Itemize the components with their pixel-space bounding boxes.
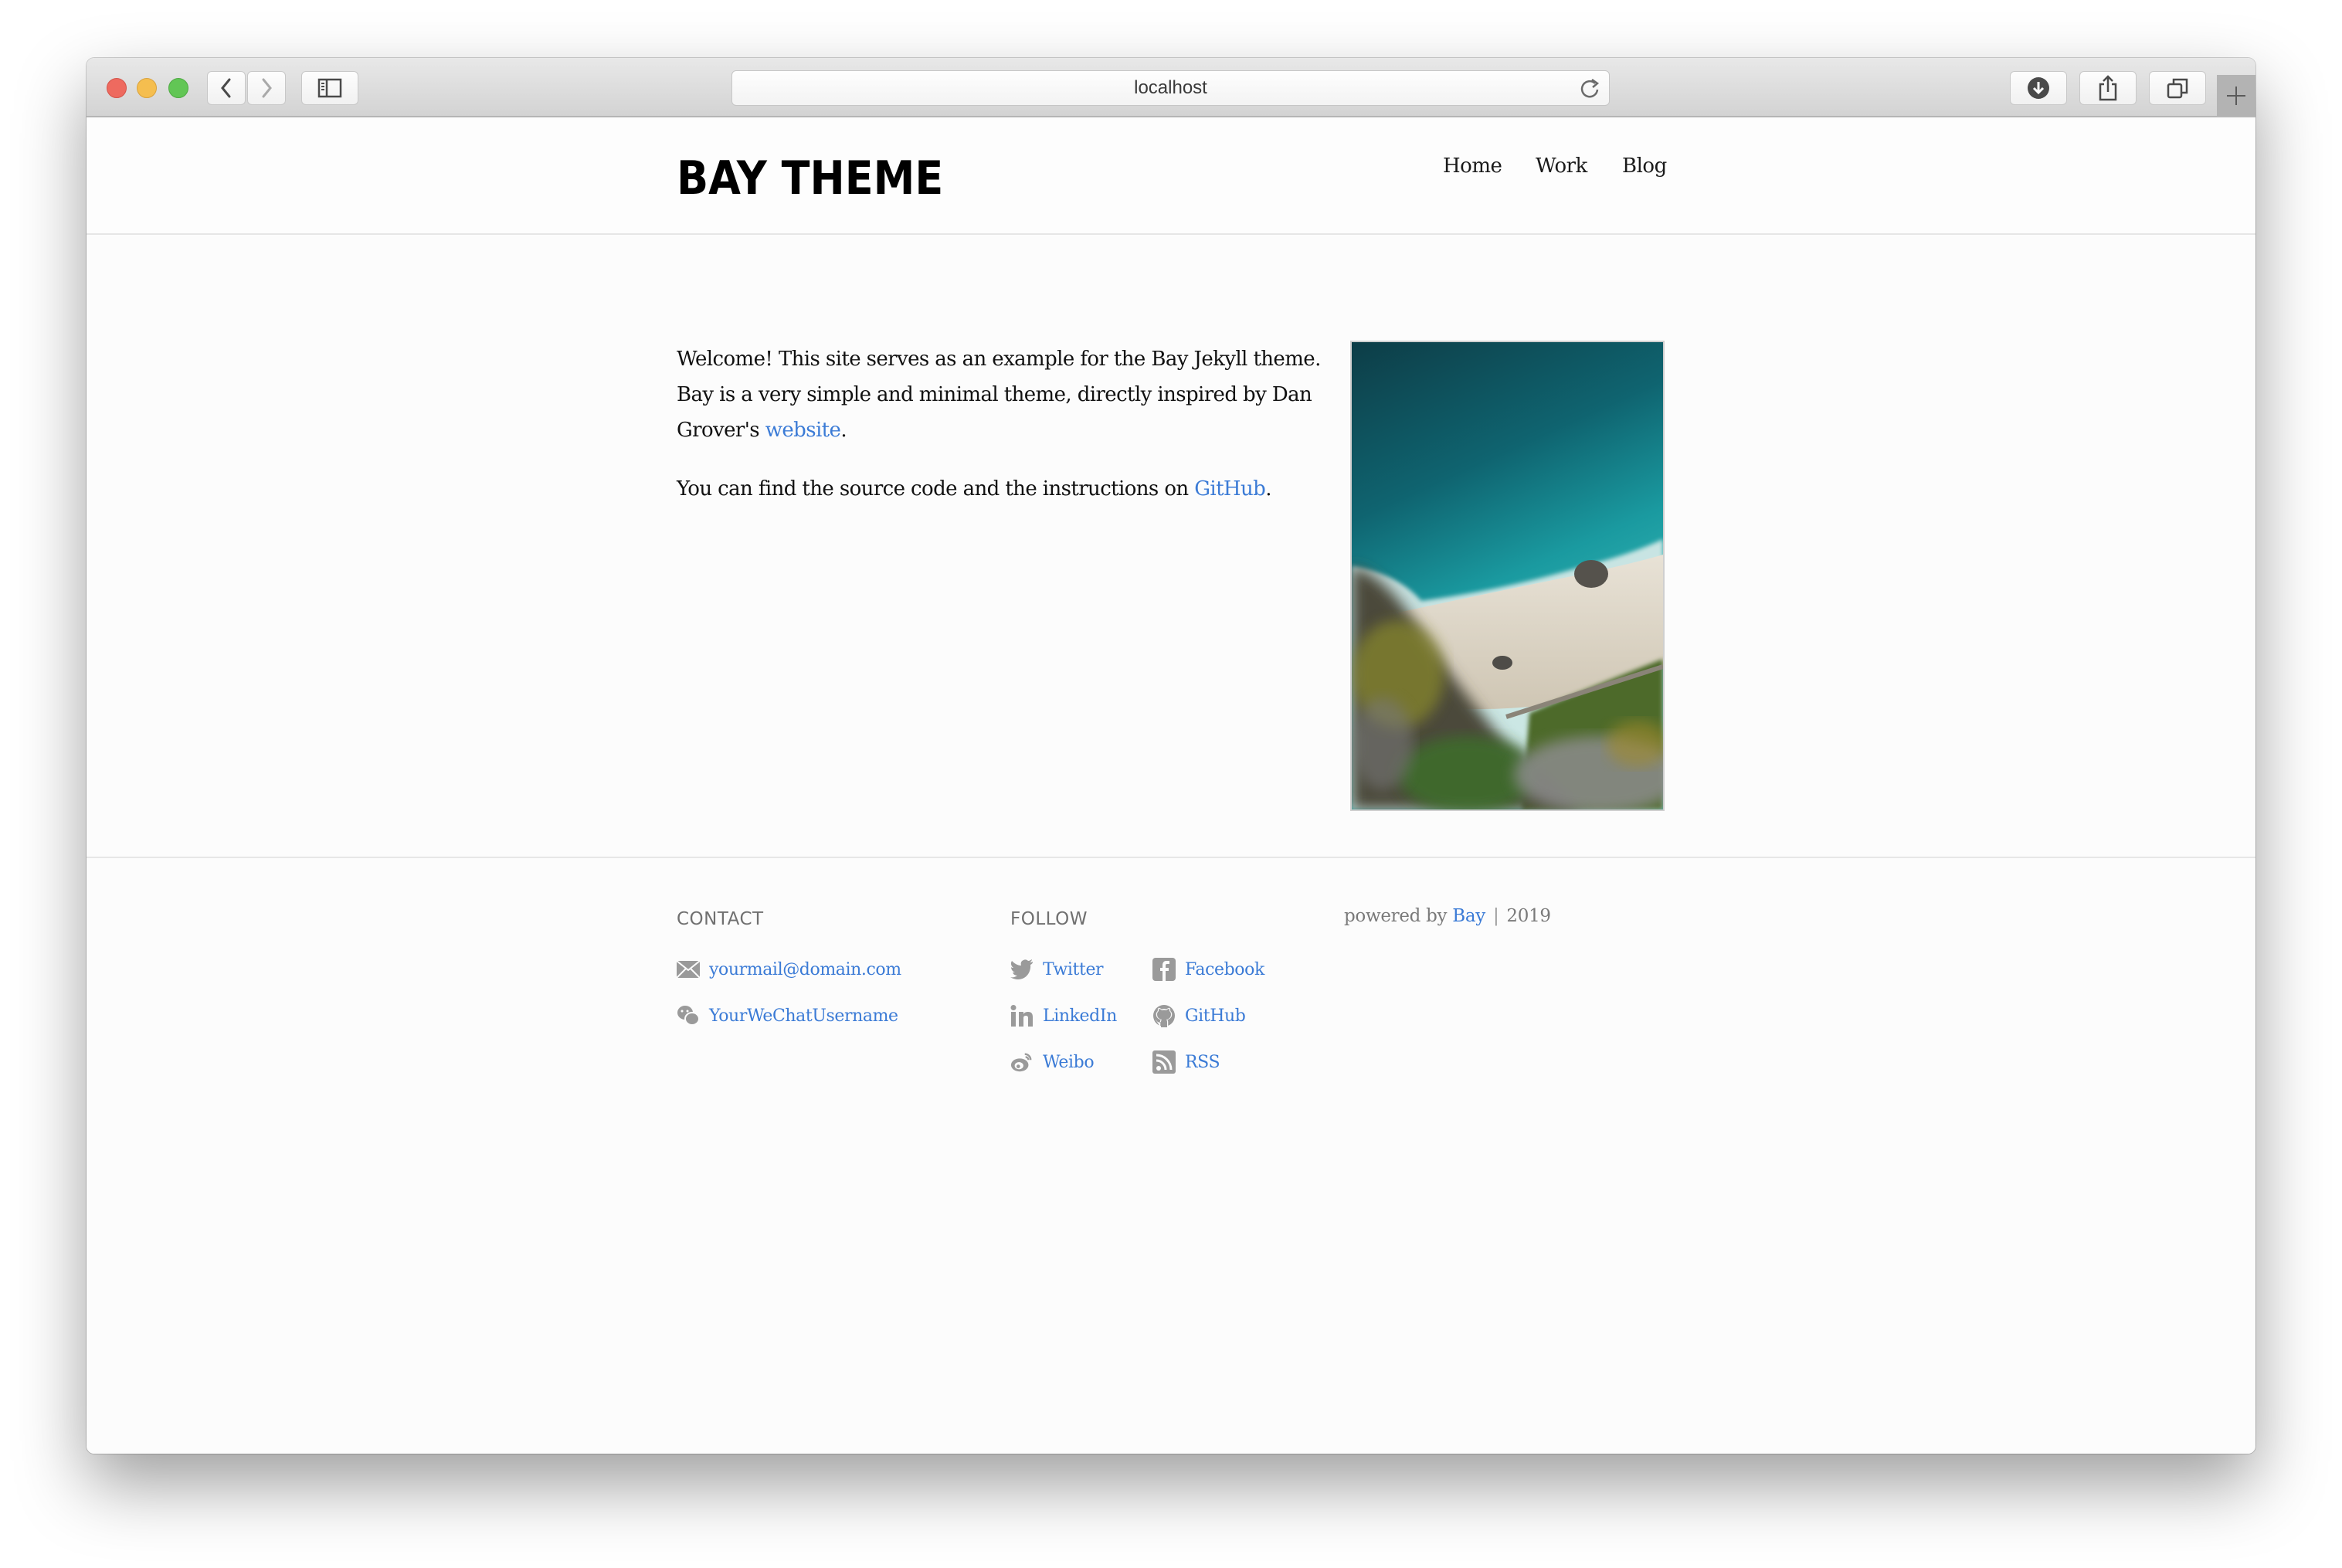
- browser-toolbar: localhost: [87, 58, 2255, 117]
- source-paragraph-text: You can find the source code and the ins…: [677, 477, 1195, 501]
- rss-icon: [1152, 1050, 1176, 1074]
- contact-wechat[interactable]: YourWeChatUsername: [677, 1002, 898, 1030]
- new-tab-button[interactable]: [2217, 75, 2255, 116]
- source-paragraph: You can find the source code and the ins…: [677, 471, 1341, 507]
- separator: |: [1492, 906, 1499, 926]
- browser-window: localhost BAY THEME Home Work Blog Welco…: [87, 58, 2255, 1454]
- address-bar[interactable]: localhost: [731, 70, 1610, 106]
- wechat-link[interactable]: YourWeChatUsername: [709, 1006, 898, 1026]
- site-header: BAY THEME Home Work Blog: [87, 117, 2255, 235]
- contact-heading: CONTACT: [677, 909, 764, 929]
- nav-work[interactable]: Work: [1536, 154, 1587, 178]
- reload-icon[interactable]: [1580, 77, 1601, 104]
- sidebar-toggle-button[interactable]: [301, 71, 358, 105]
- follow-twitter[interactable]: Twitter: [1010, 955, 1104, 983]
- github-footer-link[interactable]: GitHub: [1185, 1006, 1246, 1026]
- follow-linkedin[interactable]: LinkedIn: [1010, 1002, 1117, 1030]
- contact-email[interactable]: yourmail@domain.com: [677, 955, 901, 983]
- intro-paragraph: Welcome! This site serves as an example …: [677, 341, 1341, 448]
- download-icon: [2028, 77, 2049, 99]
- rss-link[interactable]: RSS: [1185, 1053, 1220, 1072]
- email-link[interactable]: yourmail@domain.com: [709, 960, 901, 979]
- intro-text: Welcome! This site serves as an example …: [677, 341, 1341, 530]
- share-icon: [2099, 75, 2117, 101]
- minimize-window-button[interactable]: [137, 78, 157, 98]
- zoom-window-button[interactable]: [168, 78, 188, 98]
- follow-github[interactable]: GitHub: [1152, 1002, 1246, 1030]
- beach-photo: [1350, 341, 1665, 811]
- nav-home[interactable]: Home: [1443, 154, 1502, 178]
- facebook-link[interactable]: Facebook: [1185, 960, 1264, 979]
- show-all-tabs-button[interactable]: [2149, 71, 2206, 105]
- mail-icon: [677, 958, 700, 981]
- follow-weibo[interactable]: Weibo: [1010, 1048, 1095, 1076]
- twitter-icon: [1010, 958, 1034, 981]
- site-footer: CONTACT yourmail@domain.com YourWeChatUs…: [87, 857, 2255, 1454]
- linkedin-link[interactable]: LinkedIn: [1043, 1006, 1117, 1026]
- sidebar-icon: [317, 78, 342, 98]
- period: .: [1265, 477, 1271, 501]
- github-icon: [1152, 1004, 1176, 1027]
- tabs-icon: [2167, 78, 2188, 99]
- facebook-icon: [1152, 958, 1176, 981]
- follow-rss[interactable]: RSS: [1152, 1048, 1220, 1076]
- chevron-left-icon: [221, 78, 231, 98]
- wechat-icon: [677, 1004, 700, 1027]
- nav-blog[interactable]: Blog: [1622, 154, 1667, 178]
- powered-by-text: powered by: [1344, 906, 1448, 926]
- plus-icon: [2227, 86, 2245, 105]
- downloads-button[interactable]: [2010, 71, 2067, 105]
- github-link[interactable]: GitHub: [1194, 477, 1266, 501]
- copyright-year: 2019: [1506, 906, 1551, 926]
- follow-heading: FOLLOW: [1010, 909, 1088, 929]
- url-text[interactable]: localhost: [732, 71, 1609, 105]
- follow-facebook[interactable]: Facebook: [1152, 955, 1264, 983]
- site-title[interactable]: BAY THEME: [677, 151, 943, 205]
- website-link[interactable]: website: [765, 419, 841, 442]
- weibo-icon: [1010, 1050, 1034, 1074]
- powered-by: powered by Bay | 2019: [1344, 906, 1551, 926]
- page-content: BAY THEME Home Work Blog Welcome! This s…: [87, 117, 2255, 1454]
- forward-button[interactable]: [247, 71, 286, 105]
- twitter-link[interactable]: Twitter: [1043, 960, 1104, 979]
- linkedin-icon: [1010, 1004, 1034, 1027]
- share-button[interactable]: [2079, 71, 2137, 105]
- back-button[interactable]: [207, 71, 246, 105]
- chevron-right-icon: [262, 78, 272, 98]
- close-window-button[interactable]: [107, 78, 127, 98]
- period: .: [840, 419, 847, 442]
- bay-link[interactable]: Bay: [1452, 906, 1485, 926]
- weibo-link[interactable]: Weibo: [1043, 1053, 1095, 1072]
